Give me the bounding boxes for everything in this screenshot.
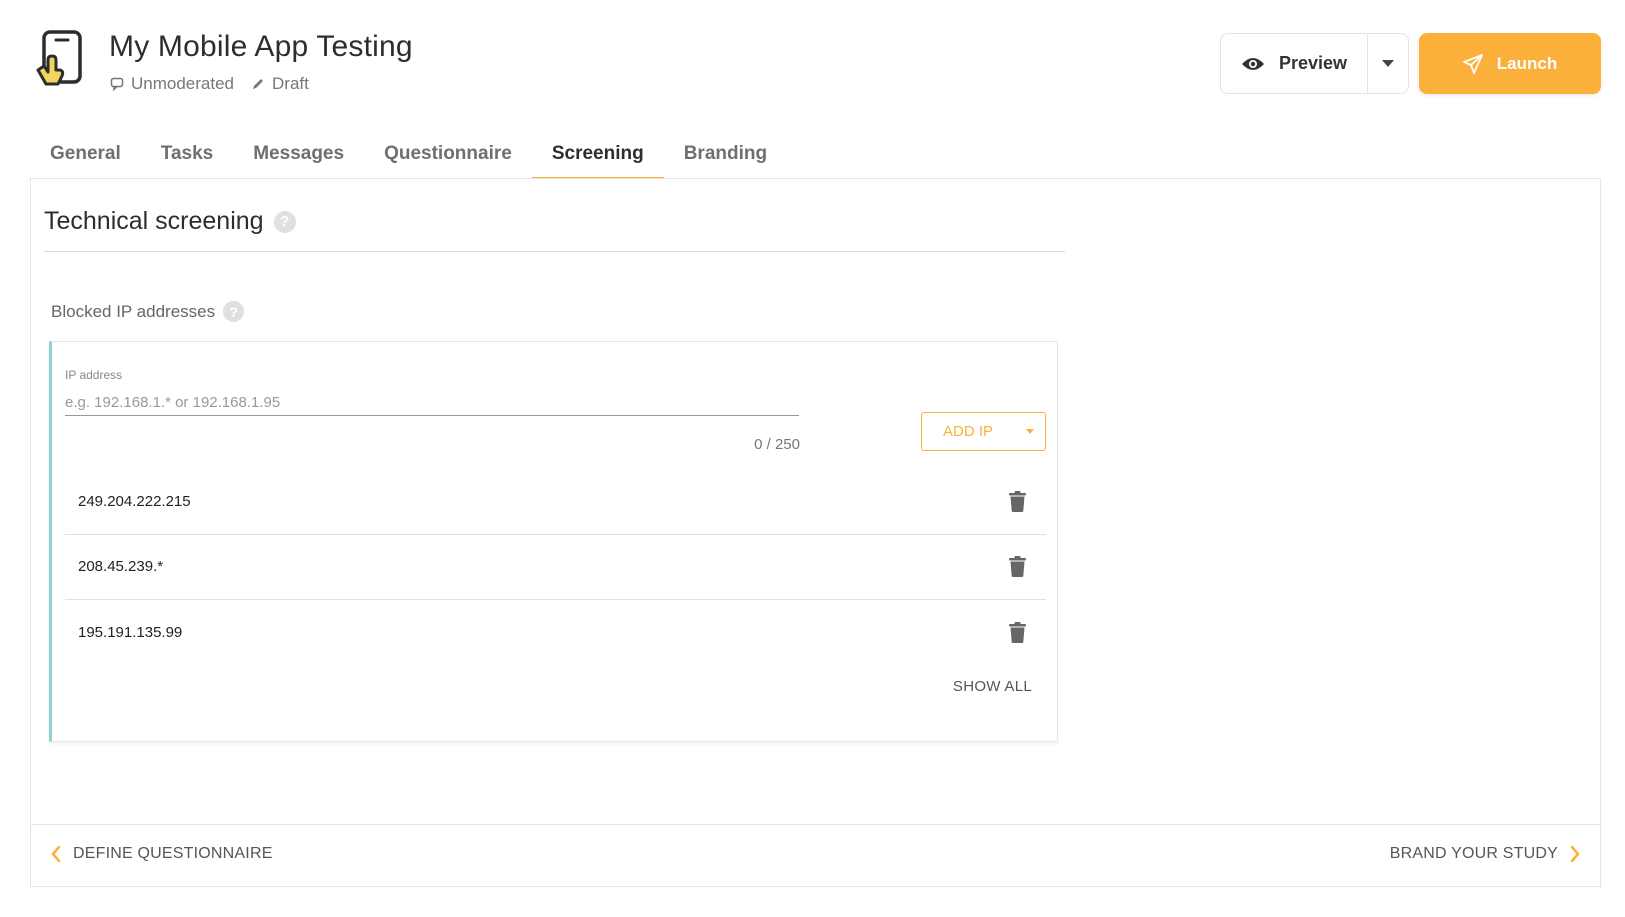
chevron-left-icon <box>51 846 61 862</box>
ip-value: 195.191.135.99 <box>78 623 183 641</box>
preview-dropdown-toggle[interactable] <box>1368 34 1408 93</box>
add-ip-label: ADD IP <box>943 423 994 440</box>
study-status: Draft <box>250 74 309 94</box>
ip-list-item: 208.45.239.* <box>65 534 1046 600</box>
trash-icon[interactable] <box>1006 490 1028 514</box>
section-title-text: Technical screening <box>44 207 264 235</box>
chevron-right-icon <box>1570 846 1580 862</box>
caret-down-icon[interactable] <box>1015 429 1045 434</box>
pencil-icon <box>250 76 266 92</box>
paper-plane-icon <box>1462 53 1483 74</box>
tab-general[interactable]: General <box>30 130 141 179</box>
ip-input-label: IP address <box>65 368 123 382</box>
next-step-label: BRAND YOUR STUDY <box>1389 845 1558 862</box>
footer-divider <box>31 824 1600 825</box>
mobile-app-logo-icon <box>34 30 86 90</box>
screening-panel: Technical screening ? Blocked IP address… <box>30 178 1601 887</box>
tab-questionnaire[interactable]: Questionnaire <box>364 130 532 179</box>
preview-button[interactable]: Preview <box>1221 34 1368 93</box>
char-counter: 0 / 250 <box>754 436 800 453</box>
preview-button-group: Preview <box>1220 33 1409 94</box>
preview-label: Preview <box>1278 53 1348 73</box>
next-step-button[interactable]: BRAND YOUR STUDY <box>1390 845 1580 863</box>
study-mode-label: Unmoderated <box>131 74 235 93</box>
prev-step-button[interactable]: DEFINE QUESTIONNAIRE <box>51 845 273 863</box>
section-divider <box>44 251 1065 252</box>
launch-button[interactable]: Launch <box>1419 33 1601 94</box>
page-title: My Mobile App Testing <box>109 30 413 63</box>
blocked-ip-label: Blocked IP addresses ? <box>51 301 245 322</box>
eye-icon <box>1241 57 1264 70</box>
ip-list-item: 249.204.222.215 <box>65 469 1046 535</box>
launch-label: Launch <box>1496 53 1558 73</box>
tab-screening[interactable]: Screening <box>531 130 664 179</box>
caret-down-icon <box>1382 60 1394 67</box>
tab-messages[interactable]: Messages <box>233 130 364 179</box>
help-icon[interactable]: ? <box>223 301 245 322</box>
study-status-label: Draft <box>272 74 309 93</box>
prev-step-label: DEFINE QUESTIONNAIRE <box>73 845 273 862</box>
ip-list-item: 195.191.135.99 <box>65 599 1046 665</box>
ip-value: 208.45.239.* <box>78 558 164 575</box>
trash-icon[interactable] <box>1006 555 1028 579</box>
chat-icon <box>109 76 125 92</box>
blocked-ip-label-text: Blocked IP addresses <box>51 301 216 321</box>
section-title: Technical screening ? <box>44 207 296 236</box>
help-icon[interactable]: ? <box>273 210 296 233</box>
blocked-ip-card: IP address 0 / 250 ADD IP 249.204.222.21… <box>49 341 1058 742</box>
tab-tasks[interactable]: Tasks <box>141 130 233 179</box>
add-ip-button[interactable]: ADD IP <box>921 412 1046 451</box>
ip-address-input[interactable] <box>65 390 799 416</box>
show-all-button[interactable]: SHOW ALL <box>922 678 1032 695</box>
tab-branding[interactable]: Branding <box>664 130 787 179</box>
tab-bar: General Tasks Messages Questionnaire Scr… <box>30 130 787 179</box>
trash-icon[interactable] <box>1006 620 1028 644</box>
study-mode: Unmoderated <box>109 74 234 94</box>
study-meta: Unmoderated Draft <box>109 74 325 94</box>
ip-value: 249.204.222.215 <box>78 493 191 510</box>
